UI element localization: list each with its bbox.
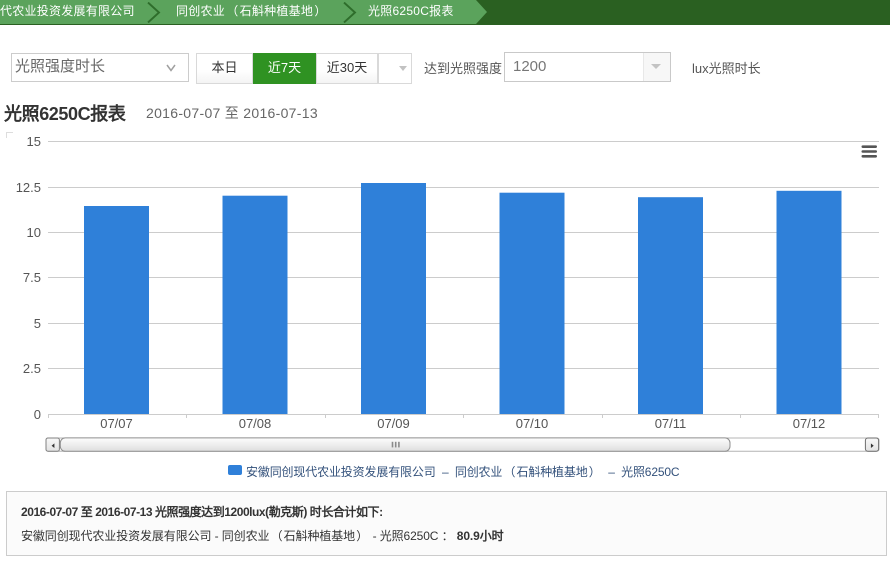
svg-text:07/12: 07/12 [793,413,826,432]
svg-text:10: 10 [27,222,41,241]
svg-text:07/08: 07/08 [239,413,272,432]
svg-text:7.5: 7.5 [23,267,41,286]
svg-text:12.5: 12.5 [16,177,41,196]
svg-text:07/07: 07/07 [100,413,133,432]
svg-text:07/09: 07/09 [377,413,410,432]
svg-text:07/11: 07/11 [655,413,687,432]
svg-text:15: 15 [27,131,41,150]
svg-text:07/10: 07/10 [516,413,549,432]
svg-text:0: 0 [34,404,41,423]
svg-text:5: 5 [34,313,41,332]
svg-text:2.5: 2.5 [23,358,41,377]
